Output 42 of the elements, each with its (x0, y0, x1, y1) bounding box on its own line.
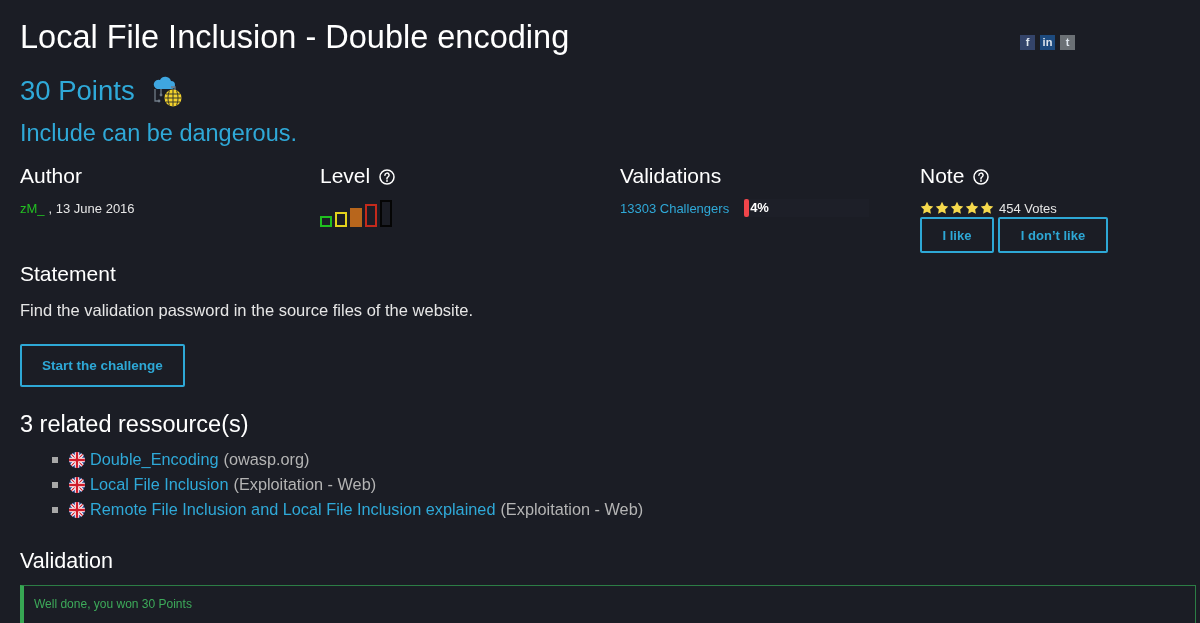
resource-link[interactable]: Double_Encoding (90, 450, 219, 469)
resource-source: (Exploitation - Web) (500, 500, 644, 519)
star-icon (935, 201, 949, 215)
resource-source: (Exploitation - Web) (233, 475, 377, 494)
resource-link[interactable]: Local File Inclusion (90, 475, 229, 494)
help-icon[interactable] (973, 169, 990, 185)
uk-flag-icon (69, 451, 85, 468)
page-title: Local File Inclusion - Double encoding (20, 18, 571, 56)
share-link[interactable]: f (1020, 35, 1035, 50)
publish-date: , 13 June 2016 (48, 200, 135, 216)
section-heading: Validation (20, 548, 114, 574)
share-link[interactable]: in (1040, 35, 1055, 50)
challengers-link[interactable]: 13303 Challengers (620, 200, 730, 216)
section-heading: Note (920, 164, 965, 188)
percent-text: 4% (750, 199, 769, 217)
help-icon[interactable] (379, 169, 396, 185)
star-icon (965, 201, 979, 215)
star-icon (950, 201, 964, 215)
uk-flag-icon (69, 501, 85, 518)
bullet-icon (52, 506, 58, 513)
uk-flag-icon (69, 476, 85, 493)
vote-button[interactable]: I don’t like (998, 217, 1108, 253)
section-heading: Author (20, 164, 82, 188)
resource-source: (owasp.org) (223, 450, 310, 469)
vote-button[interactable]: I like (920, 217, 994, 253)
votes-count: 454 Votes (999, 200, 1057, 216)
section-heading: Statement (20, 262, 117, 286)
success-message: Well done, you won 30 Points (34, 596, 193, 613)
section-heading: Level (320, 164, 371, 188)
section-heading: Validations (620, 164, 722, 188)
star-icon (980, 201, 994, 215)
statement-text: Find the validation password in the source files of the website. (20, 300, 475, 320)
challenge-subtitle: Include can be dangerous. (20, 119, 298, 147)
author-link[interactable]: zM_ (20, 200, 45, 216)
share-link[interactable]: t (1060, 35, 1075, 50)
start-challenge-button[interactable]: Start the challenge (20, 344, 185, 387)
star-icon (920, 201, 934, 215)
points-value: 30 Points (20, 74, 135, 108)
resource-link[interactable]: Remote File Inclusion and Local File Inclusion explained (90, 500, 496, 519)
section-heading: 3 related ressource(s) (20, 411, 250, 437)
bullet-icon (52, 481, 58, 488)
bullet-icon (52, 456, 58, 463)
